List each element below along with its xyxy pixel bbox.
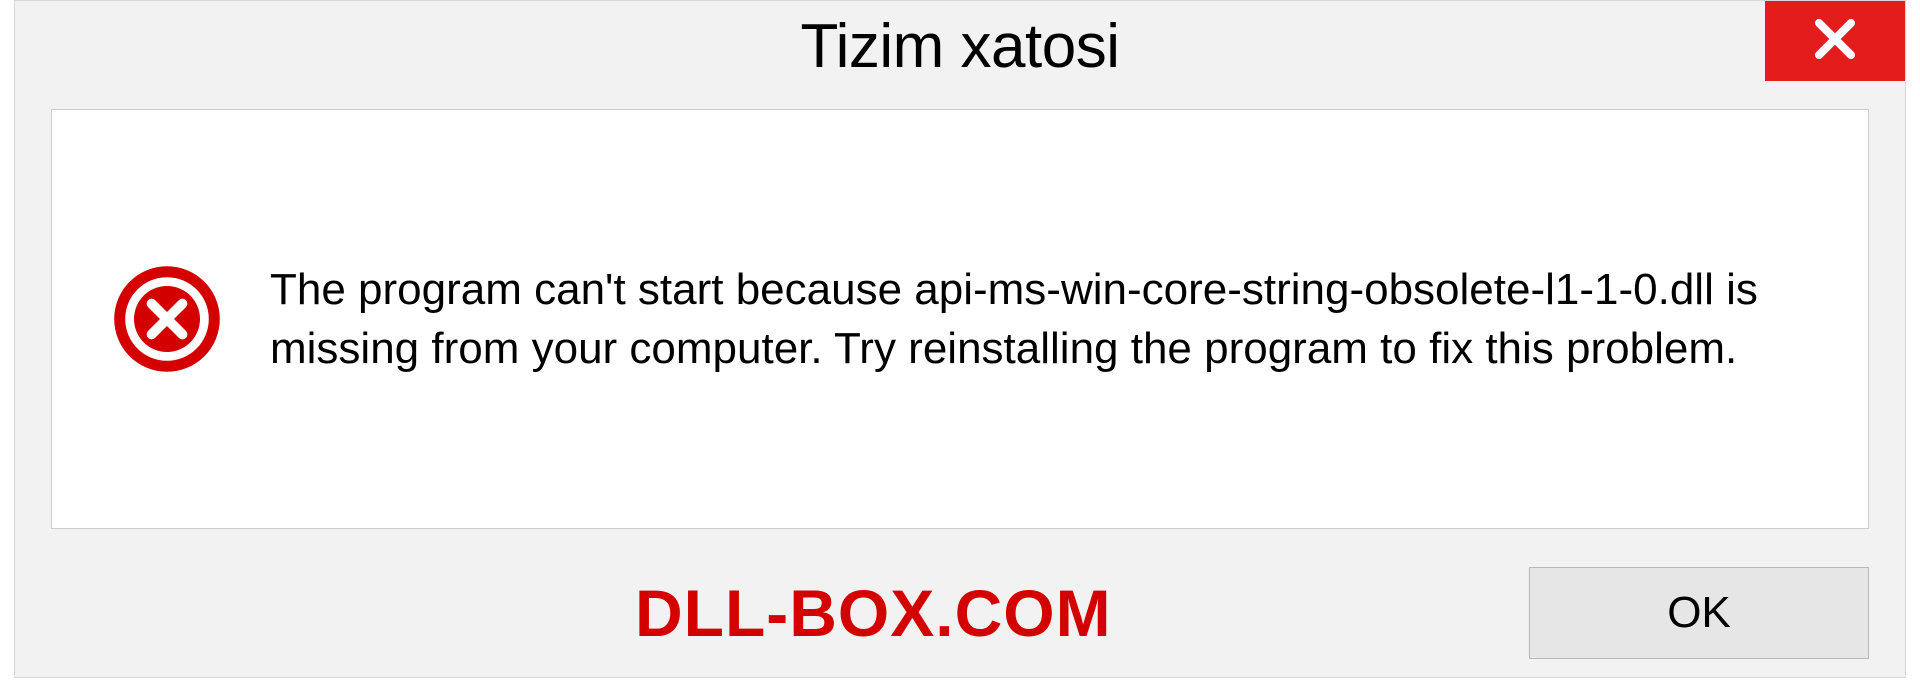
content-panel: The program can't start because api-ms-w… (51, 109, 1869, 529)
error-icon (112, 264, 222, 374)
ok-button[interactable]: OK (1529, 567, 1869, 659)
error-dialog: Tizim xatosi The program can't start bec… (14, 0, 1906, 678)
watermark-text: DLL-BOX.COM (635, 575, 1112, 651)
close-icon (1811, 15, 1859, 68)
dialog-footer: DLL-BOX.COM OK (15, 567, 1905, 659)
error-message: The program can't start because api-ms-w… (270, 260, 1808, 379)
ok-button-label: OK (1667, 588, 1731, 638)
close-button[interactable] (1765, 1, 1905, 81)
dialog-title: Tizim xatosi (801, 11, 1120, 82)
titlebar: Tizim xatosi (15, 1, 1905, 91)
